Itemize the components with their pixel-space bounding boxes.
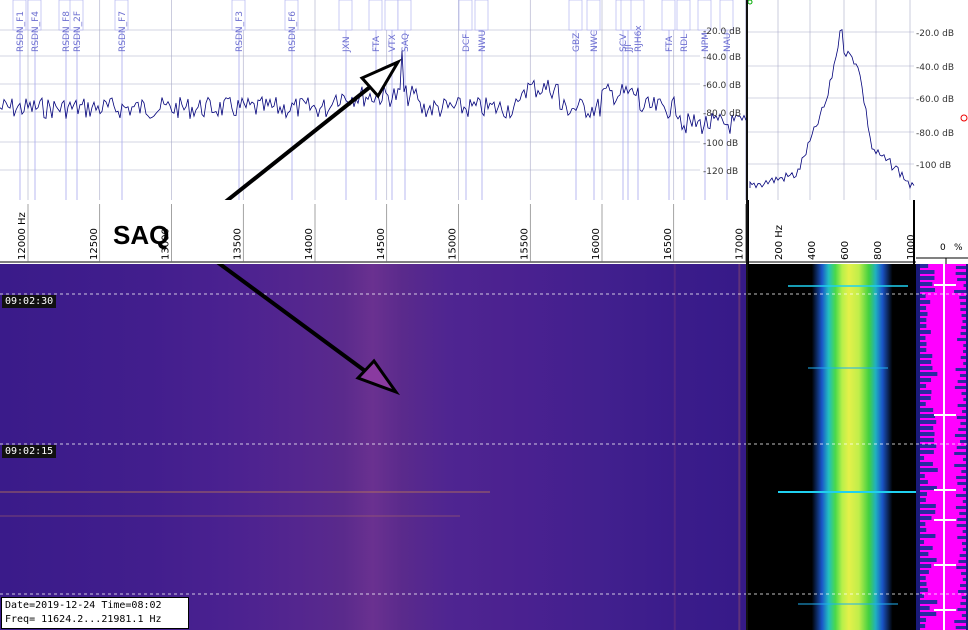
- frequency-tick-label: 12500: [89, 228, 100, 260]
- frequency-tick-label: 12000 Hz: [17, 212, 28, 260]
- station-label[interactable]: DCF: [462, 34, 472, 52]
- waterfall-display[interactable]: 09:02:30 09:02:15: [0, 264, 746, 630]
- db-label: -100 dB: [916, 161, 951, 171]
- frequency-tick-label: 15000: [448, 228, 459, 260]
- main-spectrum-panel[interactable]: RSDN_F1 RSDN_F4 RSDN_F8 RSDN_2F RSDN_F7 RSDN_…: [0, 0, 746, 200]
- frequency-tick-label: 16000: [591, 228, 602, 260]
- db-label: -40.0 dB: [916, 63, 954, 73]
- marker-icon: [960, 114, 968, 122]
- main-spectrum-plot[interactable]: RSDN_F1 RSDN_F4 RSDN_F8 RSDN_2F RSDN_F7 RSDN_…: [0, 0, 746, 200]
- time-label: 09:02:15: [2, 445, 57, 458]
- station-label[interactable]: FTA: [665, 35, 675, 52]
- audio-frequency-tick-label: 200 Hz: [774, 225, 785, 260]
- frequency-tick-label: 13500: [232, 228, 243, 260]
- date-time-text: Date=2019-12-24 Time=08:02: [5, 600, 162, 611]
- station-label[interactable]: NWC: [590, 30, 600, 52]
- db-label: -20.0 dB: [916, 29, 954, 39]
- audio-waterfall[interactable]: [748, 264, 916, 630]
- frequency-tick-label: 14500: [376, 228, 387, 260]
- frequency-tick-label: 16500: [663, 228, 674, 260]
- level-axis: 0 %: [916, 200, 968, 264]
- audio-spectrum-plot[interactable]: -20.0 dB -40.0 dB -60.0 dB -80.0 dB -100 dB: [748, 0, 968, 200]
- info-box: Date=2019-12-24 Time=08:02 Freq= 11624.2…: [1, 597, 189, 629]
- station-label[interactable]: RSDN_F1: [16, 11, 26, 52]
- marker-icon: [748, 0, 753, 5]
- station-label[interactable]: RSDN_F4: [31, 11, 41, 52]
- db-label: -80.0 dB: [916, 129, 954, 139]
- db-label: -120 dB: [703, 167, 738, 177]
- station-label[interactable]: NWU: [478, 30, 488, 52]
- station-label[interactable]: RSDN_F3: [235, 11, 245, 52]
- station-label[interactable]: RJH6x: [634, 25, 644, 52]
- audio-spectrum-panel[interactable]: -20.0 dB -40.0 dB -60.0 dB -80.0 dB -100 dB: [748, 0, 968, 200]
- frequency-tick-label: 15500: [519, 228, 530, 260]
- callout-label: SAQ: [113, 220, 170, 250]
- station-label[interactable]: RSDN_2F: [73, 11, 83, 52]
- db-label: -60.0 dB: [916, 95, 954, 105]
- station-label[interactable]: GBZ: [572, 33, 582, 52]
- frequency-range-text: Freq= 11624.2...21981.1 Hz: [5, 614, 162, 625]
- station-label[interactable]: RSDN_F7: [118, 11, 128, 52]
- frequency-tick-label: 14000: [304, 228, 315, 260]
- frequency-tick-label: 17000: [735, 228, 746, 260]
- db-label: -80.0 dB: [703, 109, 741, 119]
- frequency-axis[interactable]: 12000 Hz 12500 13000 13500 14000 14500 15000 15…: [0, 200, 746, 264]
- arrow-head-icon: [355, 358, 401, 396]
- audio-frequency-tick-label: 600: [840, 241, 851, 260]
- audio-frequency-tick-label: 400: [807, 241, 818, 260]
- db-label: -20.0 dB: [703, 27, 741, 37]
- level-meter-strip: [916, 264, 968, 630]
- time-label: 09:02:30: [2, 295, 57, 308]
- callout-arrows: [224, 58, 402, 200]
- station-label[interactable]: JXN: [342, 36, 352, 53]
- db-label: -40.0 dB: [703, 53, 741, 63]
- db-label: -60.0 dB: [703, 81, 741, 91]
- station-label[interactable]: FTA: [372, 35, 382, 52]
- station-label[interactable]: RDL: [680, 34, 690, 52]
- db-label: -100 dB: [703, 139, 738, 149]
- waterfall-canvas[interactable]: [0, 264, 746, 630]
- audio-frequency-tick-label: 800: [873, 241, 884, 260]
- audio-frequency-axis[interactable]: 200 Hz 400 600 800 1000: [748, 200, 916, 264]
- audio-frequency-tick-label: 1000: [906, 235, 916, 260]
- station-label[interactable]: JJI: [624, 44, 634, 53]
- station-label[interactable]: SAQ: [401, 33, 411, 52]
- station-label[interactable]: RSDN_F6: [288, 11, 298, 52]
- level-unit-label: %: [954, 243, 963, 253]
- level-zero-label: 0: [940, 243, 946, 253]
- station-label[interactable]: VTX: [388, 34, 398, 52]
